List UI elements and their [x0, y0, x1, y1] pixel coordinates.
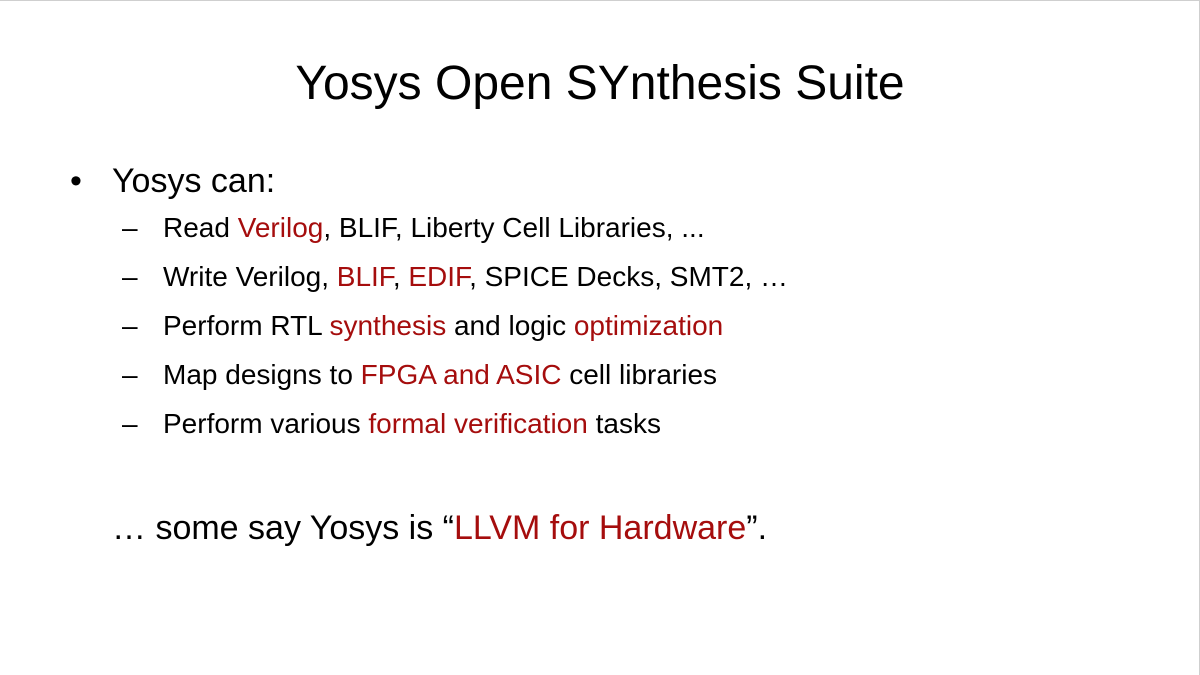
- highlighted-text: formal verification: [368, 408, 588, 439]
- bullet-marker: •: [70, 162, 82, 200]
- highlighted-text: BLIF: [336, 261, 393, 292]
- main-bullet-text: Yosys can:: [112, 162, 276, 200]
- highlighted-text: Verilog: [237, 212, 324, 243]
- slide: Yosys Open SYnthesis Suite • Yosys can: …: [0, 0, 1200, 675]
- text-segment: , SPICE Decks, SMT2, …: [469, 261, 789, 292]
- highlighted-text: LLVM for Hardware: [454, 509, 747, 547]
- capability-text: Map designs to FPGA and ASIC cell librar…: [163, 355, 717, 395]
- text-segment: tasks: [587, 408, 661, 439]
- capability-text: Perform various formal verification task…: [163, 404, 661, 444]
- capability-text: Write Verilog, BLIF, EDIF, SPICE Decks, …: [163, 257, 788, 297]
- capability-text: Perform RTL synthesis and logic optimiza…: [163, 306, 723, 346]
- text-segment: ,: [392, 261, 409, 292]
- sub-bullet-marker: –: [122, 261, 138, 292]
- sub-bullet-marker: –: [122, 359, 138, 390]
- text-segment: Read: [163, 212, 238, 243]
- sub-bullet-marker: –: [122, 212, 138, 243]
- highlighted-text: synthesis: [329, 310, 447, 341]
- highlighted-text: optimization: [573, 310, 724, 341]
- sub-bullet-marker: –: [122, 408, 138, 439]
- capability-text: Read Verilog, BLIF, Liberty Cell Librari…: [163, 208, 705, 248]
- highlighted-text: FPGA and ASIC: [360, 359, 562, 390]
- text-segment: … some say Yosys is “: [112, 509, 455, 547]
- text-segment: and logic: [446, 310, 574, 341]
- text-segment: , BLIF, Liberty Cell Libraries, ...: [323, 212, 705, 243]
- sub-bullet-marker: –: [122, 310, 138, 341]
- text-segment: Perform various: [163, 408, 369, 439]
- text-segment: cell libraries: [561, 359, 718, 390]
- closing-statement: … some say Yosys is “LLVM for Hardware”.: [112, 506, 767, 550]
- text-segment: ”.: [746, 509, 768, 547]
- text-segment: Perform RTL: [163, 310, 330, 341]
- highlighted-text: EDIF: [408, 261, 470, 292]
- text-segment: Map designs to: [163, 359, 361, 390]
- text-segment: Write Verilog,: [163, 261, 337, 292]
- slide-title: Yosys Open SYnthesis Suite: [295, 57, 905, 110]
- slide-top-border: [0, 0, 1200, 1]
